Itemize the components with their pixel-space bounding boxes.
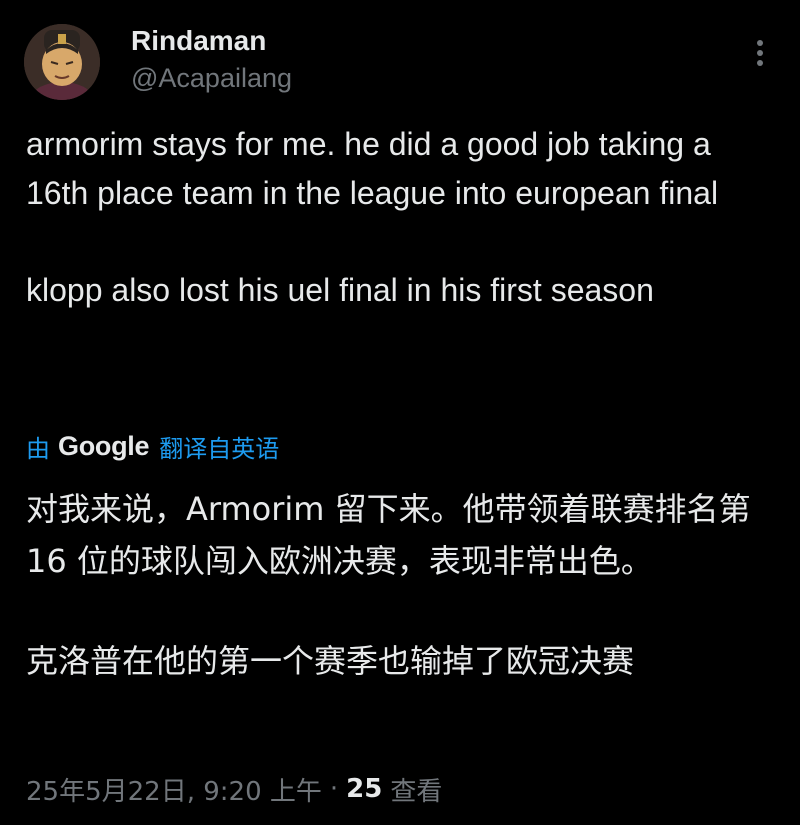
- google-logo: Google: [58, 430, 150, 461]
- tweet-paragraph: armorim stays for me. he did a good job …: [26, 126, 720, 211]
- meta-separator: ·: [329, 774, 339, 804]
- tweet-meta: 25年5月22日, 9:20 上午 · 25 查看: [26, 770, 442, 808]
- translation-attribution: 由 Google 翻译自英语: [26, 427, 279, 465]
- translated-paragraph: 对我来说，Armorim 留下来。他带领着联赛排名第 16 位的球队闯入欧洲决赛…: [26, 490, 761, 580]
- translated-from-english-link[interactable]: 翻译自英语: [159, 429, 279, 464]
- view-count: 25: [346, 774, 383, 804]
- view-label: 查看: [390, 776, 443, 807]
- more-options-button[interactable]: [746, 36, 774, 70]
- more-dot-icon: [757, 50, 763, 56]
- cartoon-character-avatar-icon: [24, 24, 100, 100]
- more-dot-icon: [757, 60, 763, 66]
- tweet-paragraph: klopp also lost his uel final in his fir…: [26, 271, 654, 308]
- more-dot-icon: [757, 40, 763, 46]
- author-display-name[interactable]: Rindaman: [131, 22, 266, 60]
- author-handle[interactable]: @Acapailang: [131, 60, 292, 96]
- tweet-timestamp[interactable]: 25年5月22日, 9:20 上午: [26, 771, 322, 808]
- translated-text: 对我来说，Armorim 留下来。他带领着联赛排名第 16 位的球队闯入欧洲决赛…: [26, 483, 778, 687]
- avatar[interactable]: [24, 24, 100, 100]
- translated-paragraph: 克洛普在他的第一个赛季也输掉了欧冠决赛: [26, 642, 635, 680]
- translation-by-label: 由: [26, 435, 50, 463]
- tweet-text: armorim stays for me. he did a good job …: [26, 120, 778, 314]
